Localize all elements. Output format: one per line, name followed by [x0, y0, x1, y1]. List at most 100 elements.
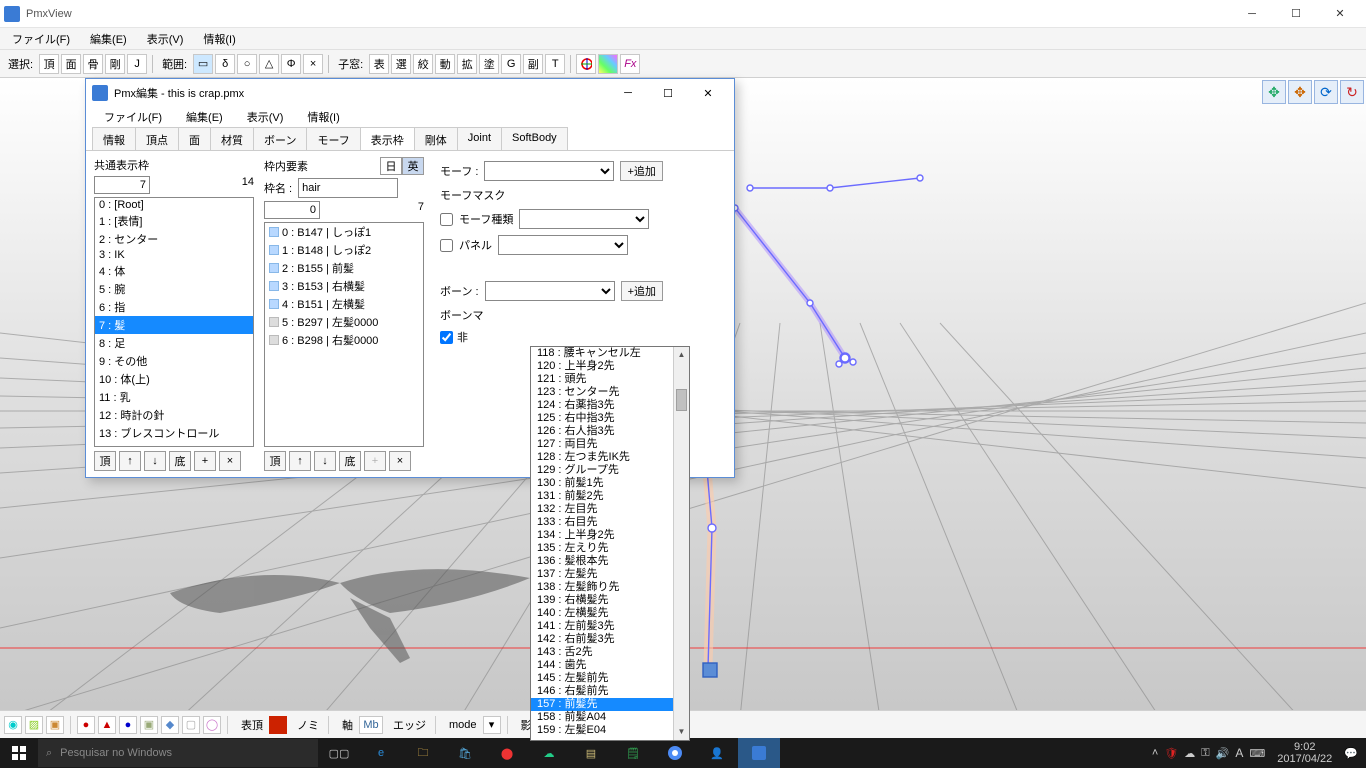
kid-6[interactable]: G — [501, 54, 521, 74]
dropdown-item[interactable]: 145 : 左髪前先 — [531, 672, 673, 685]
dropdown-item[interactable]: 131 : 前髪2先 — [531, 490, 673, 503]
kid-3[interactable]: 動 — [435, 54, 455, 74]
cmenu-info[interactable]: 情報(I) — [295, 107, 351, 127]
list-item[interactable]: 5 : B297 | 左髪0000 — [265, 313, 423, 331]
bb-8[interactable]: ▢ — [182, 716, 200, 734]
tray-lang[interactable]: A — [1235, 746, 1243, 760]
bb-9[interactable]: ◯ — [203, 716, 221, 734]
start-button[interactable] — [0, 738, 38, 768]
bb-nomi[interactable]: ノミ — [294, 717, 322, 733]
dropdown-item[interactable]: 137 : 左髪先 — [531, 568, 673, 581]
tab-2[interactable]: 面 — [178, 127, 211, 150]
dropdown-item[interactable]: 133 : 右目先 — [531, 516, 673, 529]
dropdown-item[interactable]: 121 : 頭先 — [531, 373, 673, 386]
dropdown-item[interactable]: 139 : 右横髪先 — [531, 594, 673, 607]
bb-mb[interactable]: Mb — [359, 716, 383, 734]
list-btn-0[interactable]: 頂 — [94, 451, 116, 471]
dropdown-item[interactable]: 144 : 歯先 — [531, 659, 673, 672]
dropdown-item[interactable]: 142 : 右前髪3先 — [531, 633, 673, 646]
list-item[interactable]: 9 : その他 — [95, 352, 253, 370]
list-btn-1[interactable]: ↑ — [289, 451, 311, 471]
taskbar-clock[interactable]: 9:02 2017/04/22 — [1271, 741, 1338, 765]
dropdown-item[interactable]: 141 : 左前髪3先 — [531, 620, 673, 633]
list-item[interactable]: 2 : B155 | 前髪 — [265, 259, 423, 277]
list-item[interactable]: 6 : B298 | 右髪0000 — [265, 331, 423, 349]
dropdown-item[interactable]: 128 : 左つま先IK先 — [531, 451, 673, 464]
bone-dropdown-list[interactable]: 118 : 腰キャンセル左120 : 上半身2先121 : 頭先123 : セン… — [530, 346, 690, 741]
dropdown-item[interactable]: 157 : 前髪先 — [531, 698, 673, 711]
tray-up-icon[interactable]: ˄ — [1152, 747, 1158, 759]
dropdown-item[interactable]: 132 : 左目先 — [531, 503, 673, 516]
morph-type-checkbox[interactable] — [440, 213, 453, 226]
dropdown-item[interactable]: 130 : 前髪1先 — [531, 477, 673, 490]
ori-checkbox[interactable] — [440, 331, 453, 344]
dropdown-item[interactable]: 146 : 右髪前先 — [531, 685, 673, 698]
dropdown-item[interactable]: 118 : 腰キャンセル左 — [531, 347, 673, 360]
bb-0[interactable]: ◉ — [4, 716, 22, 734]
tab-0[interactable]: 情報 — [92, 127, 136, 150]
range-phi[interactable]: Φ — [281, 54, 301, 74]
task-explorer[interactable]: 🗀 — [402, 738, 444, 768]
kid-4[interactable]: 拡 — [457, 54, 477, 74]
bb-vert[interactable]: 表頂 — [238, 717, 266, 733]
lang-jp[interactable]: 日 — [380, 157, 402, 175]
bb-color[interactable] — [269, 716, 287, 734]
frame-list[interactable]: 0 : [Root]1 : [表情]2 : センター3 : IK4 : 体5 :… — [94, 197, 254, 447]
sel-joint[interactable]: J — [127, 54, 147, 74]
right-0[interactable] — [576, 54, 596, 74]
element-list[interactable]: 0 : B147 | しっぽ11 : B148 | しっぽ22 : B155 |… — [264, 222, 424, 447]
list-item[interactable]: 7 : 髪 — [95, 316, 253, 334]
list-btn-2[interactable]: ↓ — [144, 451, 166, 471]
list-item[interactable]: 3 : IK — [95, 248, 253, 262]
list-btn-1[interactable]: ↑ — [119, 451, 141, 471]
sel-rigid[interactable]: 剛 — [105, 54, 125, 74]
child-min-button[interactable]: ─ — [608, 81, 648, 105]
right-1[interactable] — [598, 54, 618, 74]
scroll-thumb[interactable] — [676, 389, 687, 411]
dropdown-item[interactable]: 143 : 舌2先 — [531, 646, 673, 659]
morph-select[interactable] — [484, 161, 614, 181]
bb-mode-dd[interactable]: ▾ — [483, 716, 501, 734]
kid-8[interactable]: T — [545, 54, 565, 74]
menu-edit[interactable]: 編集(E) — [80, 28, 137, 49]
tray-onedrive-icon[interactable]: ☁ — [1184, 747, 1195, 760]
bb-6[interactable]: ▣ — [140, 716, 158, 734]
taskbar-search[interactable]: ⌕ Pesquisar no Windows — [38, 739, 318, 767]
dropdown-item[interactable]: 158 : 前髪A04 — [531, 711, 673, 724]
list-item[interactable]: 1 : B148 | しっぽ2 — [265, 241, 423, 259]
task-app4[interactable]: 🗒 — [612, 738, 654, 768]
bb-7[interactable]: ◆ — [161, 716, 179, 734]
panel-checkbox[interactable] — [440, 239, 453, 252]
maximize-button[interactable]: ☐ — [1274, 0, 1318, 28]
tab-9[interactable]: SoftBody — [501, 127, 568, 150]
close-button[interactable]: ✕ — [1318, 0, 1362, 28]
list-item[interactable]: 5 : 腕 — [95, 280, 253, 298]
task-edge[interactable]: e — [360, 738, 402, 768]
range-tri[interactable]: △ — [259, 54, 279, 74]
list-item[interactable]: 12 : 時計の針 — [95, 406, 253, 424]
cmenu-view[interactable]: 表示(V) — [235, 107, 296, 127]
kid-5[interactable]: 塗 — [479, 54, 499, 74]
tab-8[interactable]: Joint — [457, 127, 502, 150]
tab-6[interactable]: 表示枠 — [360, 127, 415, 150]
child-max-button[interactable]: ☐ — [648, 81, 688, 105]
zoom-icon[interactable]: ⟳ — [1314, 80, 1338, 104]
minimize-button[interactable]: ─ — [1230, 0, 1274, 28]
kid-2[interactable]: 絞 — [413, 54, 433, 74]
sel-vertex[interactable]: 頂 — [39, 54, 59, 74]
list-btn-3[interactable]: 底 — [339, 451, 361, 471]
bb-mode[interactable]: mode — [446, 719, 480, 731]
morph-type-select[interactable] — [519, 209, 649, 229]
taskview-icon[interactable]: ▢▢ — [318, 738, 360, 768]
bb-axis[interactable]: 軸 — [339, 717, 356, 733]
bb-1[interactable]: ▨ — [25, 716, 43, 734]
dropdown-item[interactable]: 135 : 左えり先 — [531, 542, 673, 555]
list-item[interactable]: 13 : ブレスコントロール — [95, 424, 253, 442]
task-app2[interactable]: ☁ — [528, 738, 570, 768]
dropdown-item[interactable]: 138 : 左髪飾り先 — [531, 581, 673, 594]
dropdown-item[interactable]: 126 : 右人指3先 — [531, 425, 673, 438]
bone-select[interactable] — [485, 281, 615, 301]
tab-7[interactable]: 剛体 — [414, 127, 458, 150]
tray-wifi-icon[interactable]: ⚿ — [1201, 747, 1209, 760]
task-app1[interactable]: ⬤ — [486, 738, 528, 768]
